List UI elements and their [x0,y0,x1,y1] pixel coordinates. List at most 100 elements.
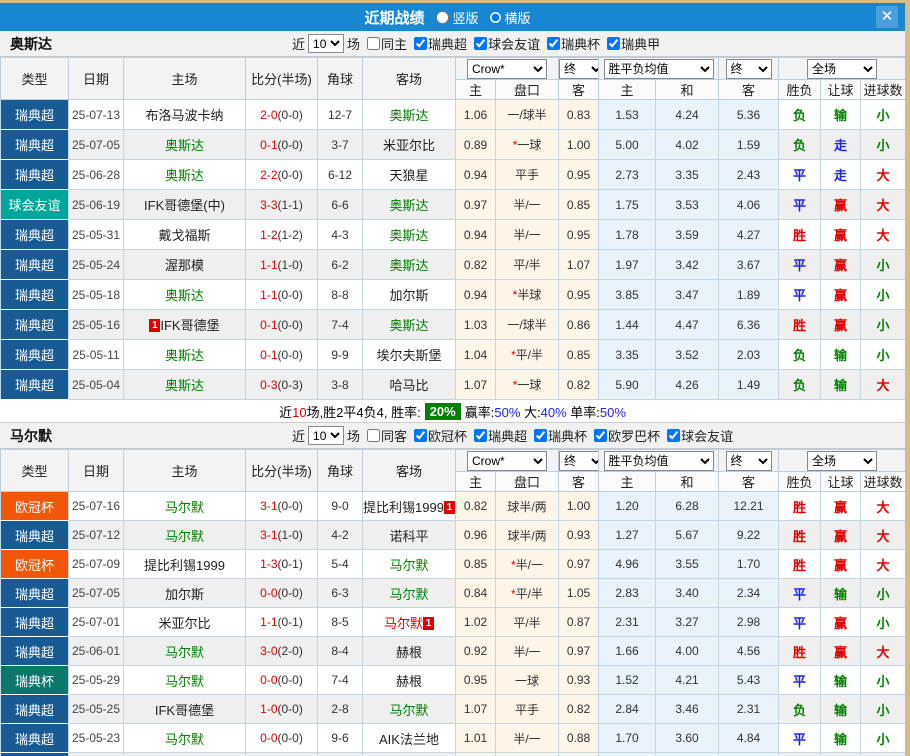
league-checkbox[interactable] [414,37,427,50]
avg-draw-cell: 3.55 [656,550,719,579]
fullmatch-select[interactable]: 全场 [807,59,877,79]
date-cell: 25-05-16 [69,310,124,340]
col-avg-draw: 和 [656,80,719,100]
away-team-cell: 诺科平 [363,521,456,550]
avg-stage-select[interactable]: 终 [726,59,772,79]
league-filter[interactable]: 欧冠杯 [414,426,467,445]
avg-draw-cell: 4.21 [656,666,719,695]
avg-draw-cell: 4.02 [656,130,719,160]
fulltime-score: 0-1 [260,318,277,332]
same-venue-checkbox[interactable] [367,429,380,442]
league-filter[interactable]: 瑞典杯 [547,34,600,53]
avg-home-cell: 1.44 [599,310,656,340]
halftime-score: (0-1) [278,557,303,571]
col-result: 胜负 [779,80,821,100]
league-cell: 瑞典超 [1,220,69,250]
handicap-text: 一球 [517,138,541,152]
away-odds-cell: 0.82 [559,695,599,724]
league-filter[interactable]: 瑞典甲 [607,34,660,53]
layout-radio-horizontal[interactable]: 横版 [489,8,531,27]
score-cell: 0-1(0-0) [246,310,318,340]
date-cell: 25-05-31 [69,220,124,250]
odds-company-select[interactable]: Crow* [467,451,547,471]
league-filter[interactable]: 瑞典杯 [534,426,587,445]
away-team-cell: 天狼星 [363,160,456,190]
close-icon[interactable]: ✕ [876,6,898,28]
home-odds-cell: 0.84 [456,579,496,608]
away-odds-cell: 0.97 [559,550,599,579]
handicap-result-cell: 赢 [821,521,861,550]
layout-radio-vertical[interactable]: 竖版 [436,8,478,27]
avg-away-cell: 1.49 [719,370,779,400]
home-odds-cell: 0.92 [456,637,496,666]
avg-draw-cell: 5.67 [656,521,719,550]
match-count-select[interactable]: 10 [308,426,344,445]
match-row: 球会友谊25-06-19IFK哥德堡(中)3-3(1-1)6-6奥斯达0.97半… [1,190,906,220]
date-cell: 25-07-01 [69,608,124,637]
corners-cell: 9-0 [318,492,363,521]
vertical-radio-input[interactable] [436,11,449,24]
games-label: 场 [347,426,360,445]
avg-select[interactable]: 胜平负均值 [604,59,714,79]
date-cell: 25-07-13 [69,100,124,130]
avg-select[interactable]: 胜平负均值 [604,451,714,471]
same-venue-filter[interactable]: 同客 [367,426,407,445]
handicap-text: 平/半 [516,348,543,362]
score-cell: 1-1(1-0) [246,250,318,280]
team-name-text: 奥斯达 [389,198,428,213]
match-row: 瑞典超25-05-11奥斯达0-1(0-0)9-9埃尔夫斯堡1.04*平/半0.… [1,340,906,370]
section-header-away-team: 马尔默 近 10 场 同客 欧冠杯 瑞典超 瑞典杯 欧罗巴杯 球会友谊 [0,422,905,449]
league-filter[interactable]: 瑞典超 [414,34,467,53]
league-filter[interactable]: 欧罗巴杯 [594,426,660,445]
avg-home-cell: 2.83 [599,579,656,608]
matches-table: 类型 日期 主场 比分(半场) 角球 客场 Crow* 终 胜平负均值 终 全场… [0,449,905,756]
horizontal-radio-input[interactable] [489,11,502,24]
halftime-score: (0-0) [278,108,303,122]
corners-cell: 9-6 [318,724,363,753]
league-checkbox[interactable] [607,37,620,50]
league-checkbox[interactable] [474,429,487,442]
home-odds-cell: 0.94 [456,280,496,310]
same-venue-filter[interactable]: 同主 [367,34,407,53]
league-checkbox[interactable] [547,37,560,50]
avg-home-cell: 1.53 [599,100,656,130]
match-row: 瑞典超25-05-31戴戈福斯1-2(1-2)4-3奥斯达0.94半/一0.95… [1,220,906,250]
home-team-cell: 戴戈福斯 [124,220,246,250]
result-cell: 平 [779,280,821,310]
goals-cell: 小 [861,250,906,280]
handicap-result-cell: 输 [821,370,861,400]
team-name-text: 马尔默 [389,558,428,573]
league-checkbox[interactable] [534,429,547,442]
league-checkbox[interactable] [414,429,427,442]
handicap-result-cell: 赢 [821,492,861,521]
away-odds-cell: 0.93 [559,666,599,695]
match-row: 瑞典超25-06-28奥斯达2-2(0-0)6-12天狼星0.94平手0.952… [1,160,906,190]
home-team-cell: 马尔默 [124,492,246,521]
handicap-text: 平手 [515,168,539,182]
league-filter[interactable]: 球会友谊 [667,426,733,445]
avg-stage-select[interactable]: 终 [726,451,772,471]
goals-cell: 小 [861,579,906,608]
league-filter[interactable]: 球会友谊 [474,34,540,53]
handicap-cell: 半/一 [496,637,559,666]
score-cell: 0-3(0-3) [246,370,318,400]
odds-stage-select[interactable]: 终 [559,59,599,79]
league-filter[interactable]: 瑞典超 [474,426,527,445]
handicap-result-cell: 走 [821,130,861,160]
home-team-cell: 马尔默 [124,637,246,666]
same-venue-checkbox[interactable] [367,37,380,50]
team-name-text: AIK法兰地 [379,732,439,747]
home-team-cell: 布洛马波卡纳 [124,100,246,130]
league-checkbox[interactable] [667,429,680,442]
score-cell: 1-2(1-2) [246,220,318,250]
fullmatch-select[interactable]: 全场 [807,451,877,471]
handicap-result-cell: 赢 [821,310,861,340]
handicap-cell: 半/一 [496,220,559,250]
away-odds-cell: 0.82 [559,370,599,400]
odds-stage-select[interactable]: 终 [559,451,599,471]
odds-company-select[interactable]: Crow* [467,59,547,79]
handicap-result-cell: 输 [821,100,861,130]
league-checkbox[interactable] [474,37,487,50]
league-checkbox[interactable] [594,429,607,442]
match-count-select[interactable]: 10 [308,34,344,53]
